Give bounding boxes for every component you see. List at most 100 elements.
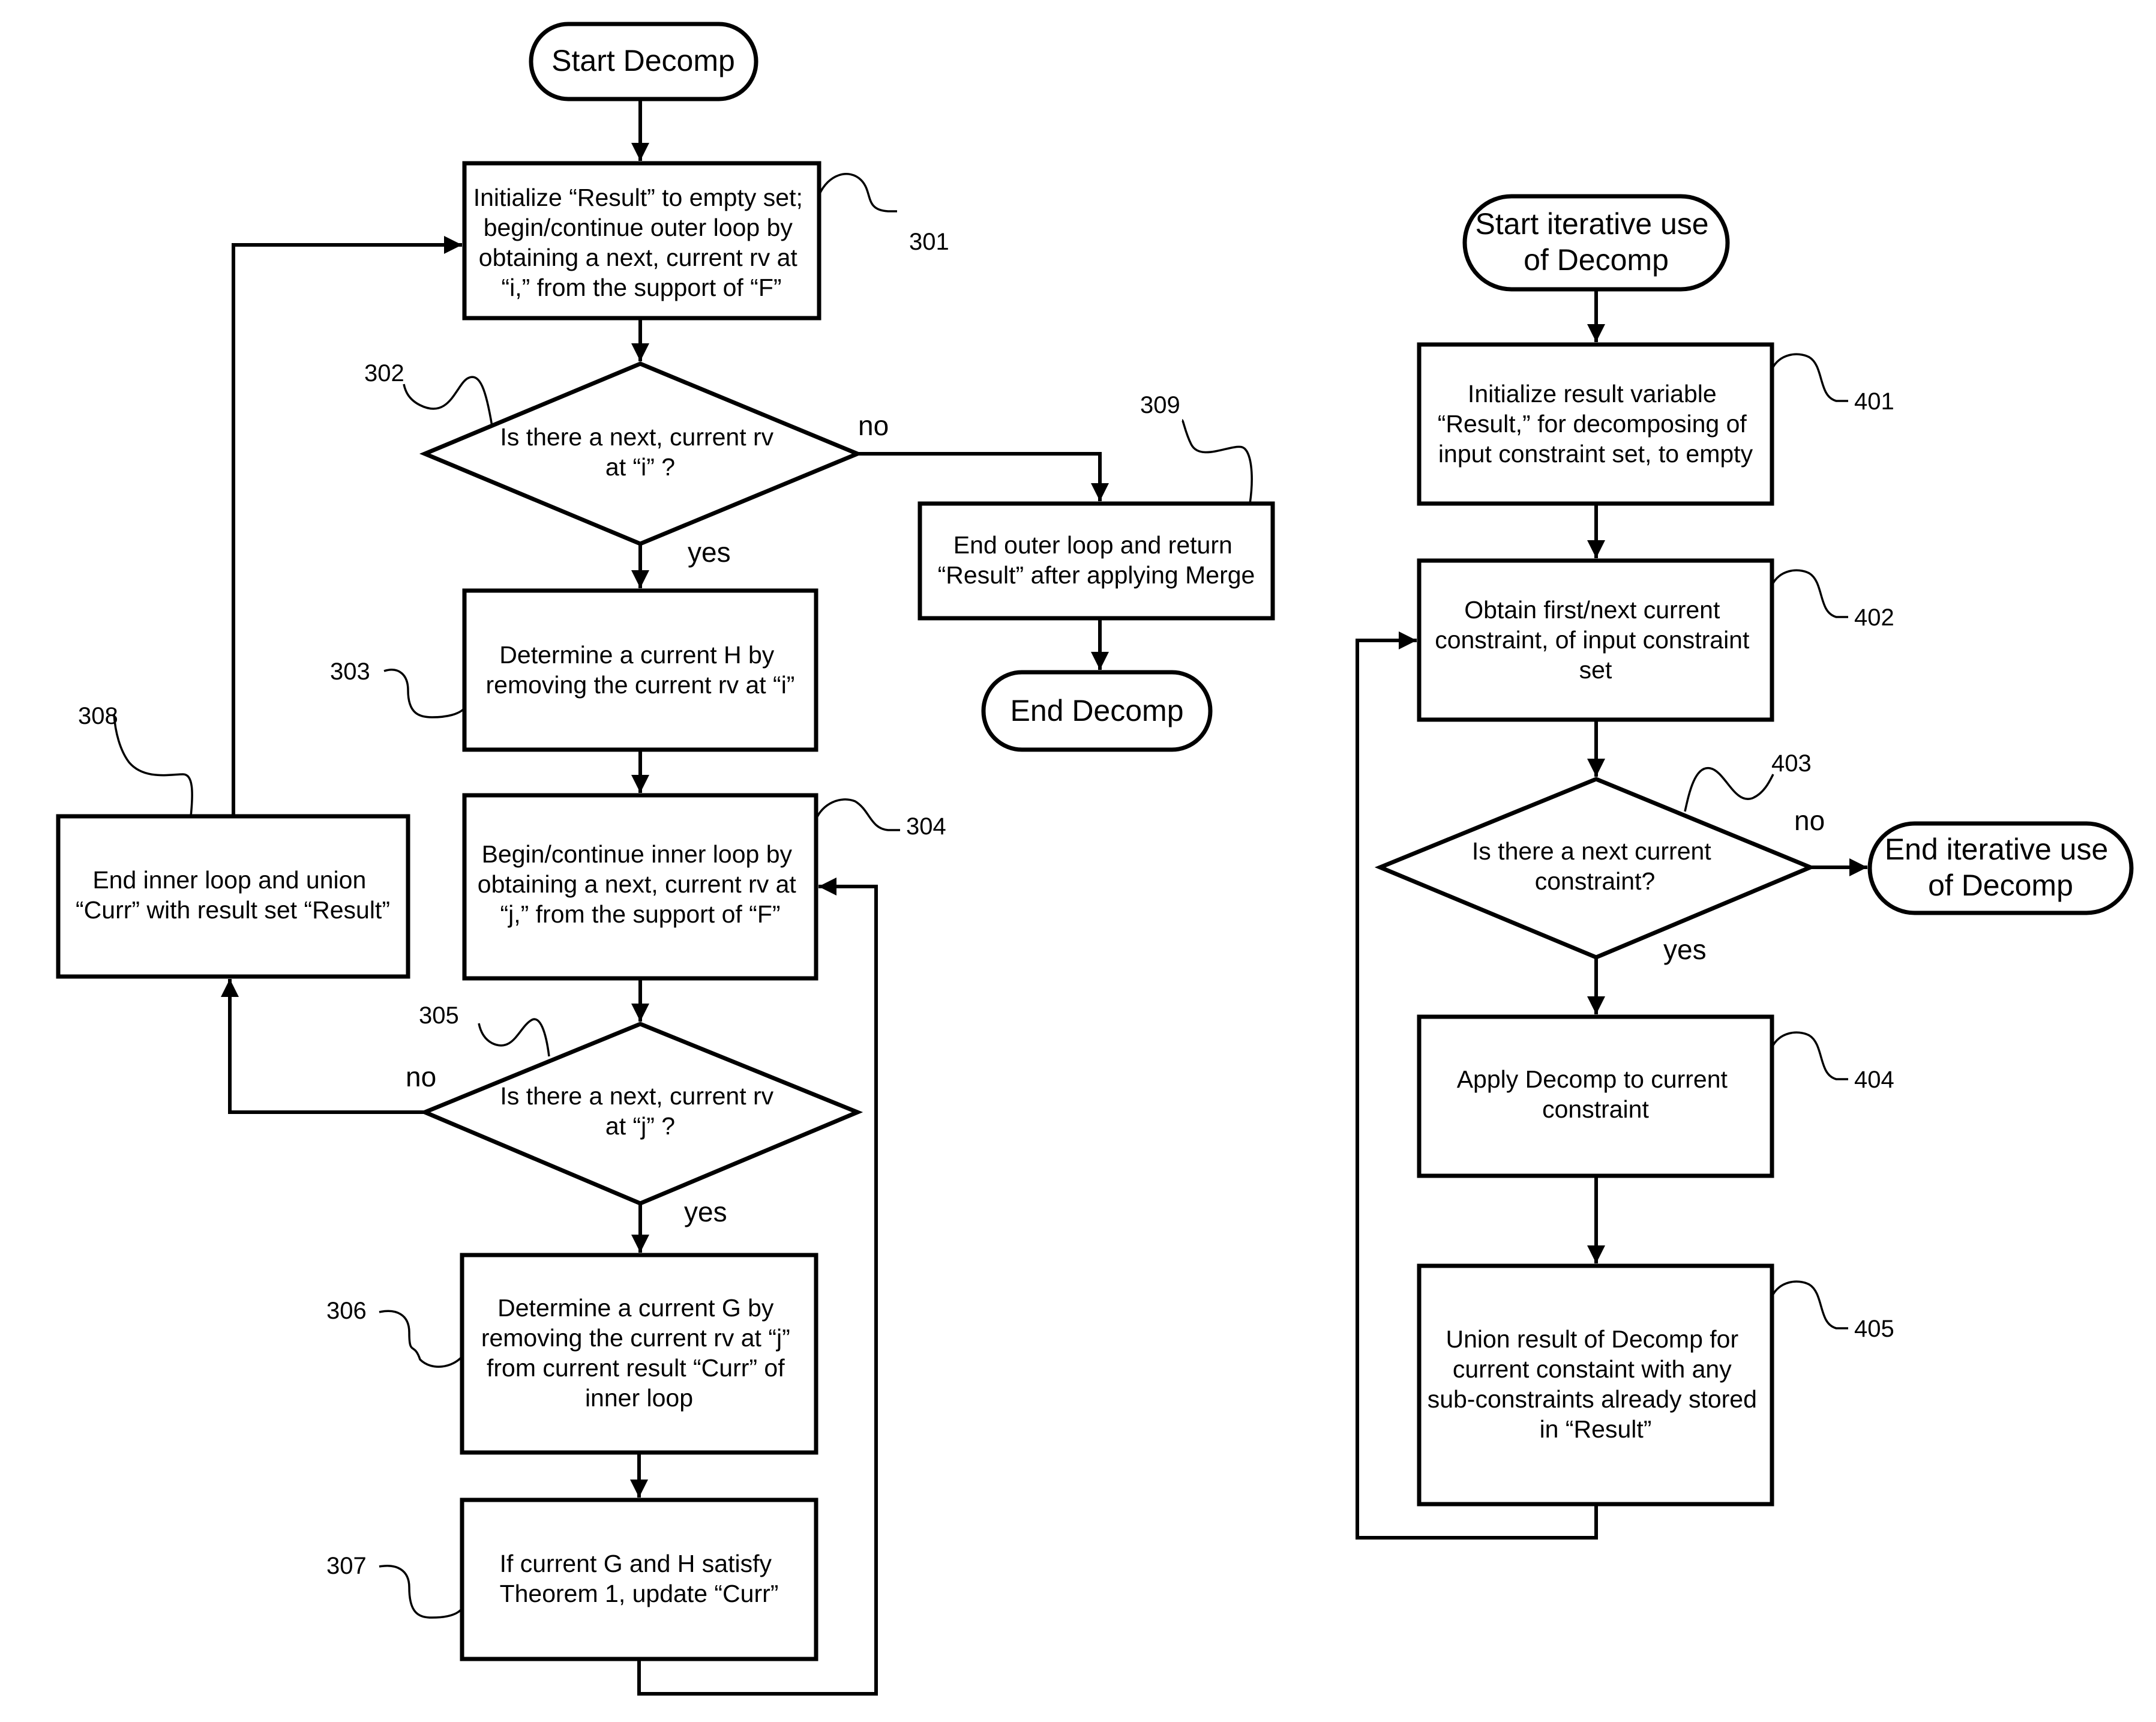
step-303-line: removing the current rv at “i” <box>486 671 795 699</box>
start-decomp-terminal: Start Decomp <box>529 22 758 101</box>
start-iterative-terminal: Start iterative use of Decomp <box>1462 194 1730 292</box>
ref-309: 309 <box>1140 392 1180 418</box>
step-401-line: “Result,” for decomposing of <box>1438 410 1747 438</box>
label-yes-305: yes <box>684 1196 727 1227</box>
step-304-line: Begin/continue inner loop by <box>482 840 793 868</box>
decision-305-line: Is there a next, current rv <box>500 1082 773 1110</box>
end-decomp-label: End Decomp <box>1010 694 1183 727</box>
end-iterative-terminal: End iterative use of Decomp <box>1867 821 2134 915</box>
step-404-line: Apply Decomp to current <box>1457 1065 1728 1093</box>
step-301-box: Initialize “Result” to empty set; begin/… <box>462 161 821 321</box>
ref-402: 402 <box>1854 604 1894 631</box>
step-308-box: End inner loop and union “Curr” with res… <box>56 814 410 979</box>
step-401-box: Initialize result variable “Result,” for… <box>1417 342 1774 506</box>
leader-404 <box>1771 1031 1848 1080</box>
step-304-box: Begin/continue inner loop by obtaining a… <box>462 793 818 981</box>
decision-403-line: constraint? <box>1535 867 1656 895</box>
step-402-line: set <box>1579 656 1612 684</box>
step-405-line: Union result of Decomp for <box>1446 1325 1738 1353</box>
leader-401 <box>1771 353 1848 402</box>
ref-306: 306 <box>326 1298 367 1324</box>
step-306-box: Determine a current G by removing the cu… <box>460 1253 818 1455</box>
step-404-line: constraint <box>1542 1095 1649 1123</box>
ref-307: 307 <box>326 1553 367 1579</box>
leader-309 <box>1181 419 1253 504</box>
step-309-line: “Result” after applying Merge <box>938 561 1255 589</box>
step-303-box: Determine a current H by removing the cu… <box>462 588 818 752</box>
start-iterative-line: Start iterative use <box>1476 207 1709 241</box>
step-401-line: Initialize result variable <box>1468 380 1717 408</box>
ref-304: 304 <box>906 813 946 840</box>
step-402-line: Obtain first/next current <box>1464 596 1720 624</box>
leader-405 <box>1771 1280 1848 1329</box>
leader-307 <box>379 1565 463 1619</box>
step-308-line: End inner loop and union <box>92 866 366 894</box>
step-301-line: “i,” from the support of “F” <box>501 274 781 301</box>
leader-301 <box>818 173 897 212</box>
start-decomp-label: Start Decomp <box>551 44 735 77</box>
ref-302: 302 <box>364 360 404 387</box>
step-306-line: from current result “Curr” of <box>487 1354 785 1382</box>
label-yes-302: yes <box>688 537 731 568</box>
step-405-line: in “Result” <box>1540 1415 1652 1443</box>
step-303-line: Determine a current H by <box>499 641 775 669</box>
leader-302 <box>403 376 493 427</box>
flowchart-canvas: Start Decomp Initialize “Result” to empt… <box>56 22 2134 1696</box>
ref-405: 405 <box>1854 1316 1894 1342</box>
arrow-308-loop-to-301 <box>232 236 462 816</box>
decision-403-diamond: Is there a next current constraint? <box>1374 777 1816 960</box>
step-307-box: If current G and H satisfy Theorem 1, up… <box>460 1498 818 1661</box>
step-404-box: Apply Decomp to current constraint <box>1417 1014 1774 1178</box>
leader-304 <box>815 798 900 831</box>
step-405-line: current constaint with any <box>1453 1355 1732 1383</box>
end-iterative-line: of Decomp <box>1928 869 2073 902</box>
leader-305 <box>478 1018 550 1057</box>
decision-302-line: Is there a next, current rv <box>500 423 773 451</box>
step-405-box: Union result of Decomp for current const… <box>1417 1263 1774 1507</box>
end-decomp-terminal: End Decomp <box>981 670 1213 752</box>
label-yes-403: yes <box>1663 934 1707 965</box>
svg-text:Initialize result variable: Initialize result variable “Result,” for… <box>1438 380 1753 468</box>
step-304-line: obtaining a next, current rv at <box>478 870 797 898</box>
decision-305-diamond: Is there a next, current rv at “j” ? <box>419 1022 863 1206</box>
ref-305: 305 <box>419 1002 459 1029</box>
end-iterative-line: End iterative use <box>1885 832 2108 866</box>
decision-302-diamond: Is there a next, current rv at “i” ? <box>419 361 863 546</box>
ref-301: 301 <box>909 229 949 255</box>
step-309-line: End outer loop and return <box>953 531 1233 559</box>
leader-308 <box>113 714 193 817</box>
ref-308: 308 <box>78 703 118 729</box>
step-405-line: sub-constraints already stored <box>1428 1385 1757 1413</box>
arrow-302-no-to-309 <box>857 452 1109 501</box>
step-401-line: input constraint set, to empty <box>1438 440 1753 468</box>
ref-303: 303 <box>330 658 370 685</box>
step-307-line: If current G and H satisfy <box>500 1550 772 1577</box>
step-309-box: End outer loop and return “Result” after… <box>917 501 1275 621</box>
step-306-line: inner loop <box>585 1384 693 1412</box>
step-402-box: Obtain first/next current constraint, of… <box>1417 558 1774 722</box>
ref-404: 404 <box>1854 1067 1894 1093</box>
decision-302-line: at “i” ? <box>605 453 675 481</box>
step-402-line: constraint, of input constraint <box>1435 626 1750 654</box>
ref-401: 401 <box>1854 388 1894 415</box>
step-301-line: begin/continue outer loop by <box>484 214 793 241</box>
step-306-line: Determine a current G by <box>497 1294 774 1322</box>
decision-403-line: Is there a next current <box>1472 837 1711 865</box>
step-307-line: Theorem 1, update “Curr” <box>500 1580 779 1607</box>
leader-303 <box>383 669 466 718</box>
label-no-302: no <box>858 410 889 441</box>
step-301-line: obtaining a next, current rv at <box>479 244 798 271</box>
label-no-403: no <box>1794 805 1825 836</box>
step-308-line: “Curr” with result set “Result” <box>76 896 390 924</box>
leader-403 <box>1684 767 1774 812</box>
leader-306 <box>379 1310 463 1368</box>
step-301-line: Initialize “Result” to empty set; <box>473 184 803 211</box>
ref-403: 403 <box>1771 750 1812 777</box>
step-304-line: “j,” from the support of “F” <box>500 900 780 928</box>
start-iterative-line: of Decomp <box>1524 243 1669 277</box>
leader-402 <box>1771 569 1848 618</box>
label-no-305: no <box>406 1061 436 1092</box>
svg-text:Begin/continue inner loop by: Begin/continue inner loop by obtaining a… <box>478 840 803 928</box>
step-306-line: removing the current rv at “j” <box>481 1324 790 1352</box>
decision-305-line: at “j” ? <box>605 1112 675 1140</box>
